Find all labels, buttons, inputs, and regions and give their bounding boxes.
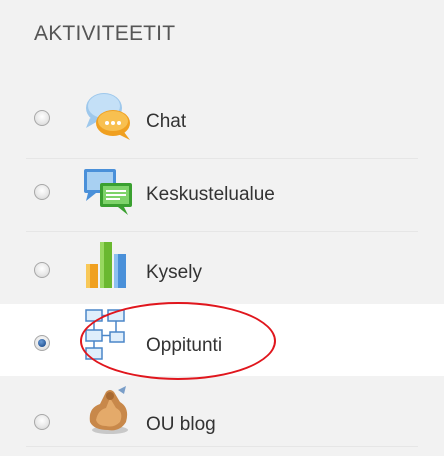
blog-icon (89, 386, 128, 434)
activity-item-lesson[interactable]: Oppitunti (0, 304, 444, 376)
row-background (12, 232, 432, 304)
activity-item-survey[interactable]: Kysely (0, 232, 444, 304)
radio-chat[interactable] (34, 110, 50, 126)
activity-label: Chat (146, 111, 187, 132)
chat-icon (86, 93, 130, 140)
radio-lesson[interactable] (34, 335, 50, 351)
activity-label: OU blog (146, 414, 216, 435)
row-background (12, 376, 432, 448)
forum-icon (84, 169, 132, 215)
activity-label: Kysely (146, 262, 202, 283)
activity-label: Keskustelualue (146, 184, 275, 205)
activity-item-chat[interactable]: Chat (0, 86, 444, 158)
activity-chooser-panel: AKTIVITEETIT Chat Keskustelualue Kysely … (0, 0, 444, 456)
radio-forum[interactable] (34, 184, 50, 200)
radio-ou-blog[interactable] (34, 414, 50, 430)
activity-item-ou-blog[interactable]: OU blog (0, 376, 444, 448)
lesson-flowchart-icon (85, 309, 125, 360)
activity-label: Oppitunti (146, 335, 223, 356)
chart-icon (86, 242, 126, 288)
radio-survey[interactable] (34, 262, 50, 278)
row-background (12, 86, 432, 158)
divider (26, 446, 418, 447)
activity-item-forum[interactable]: Keskustelualue (0, 159, 444, 231)
activity-list: Chat Keskustelualue Kysely Oppitunti OU … (0, 0, 444, 456)
